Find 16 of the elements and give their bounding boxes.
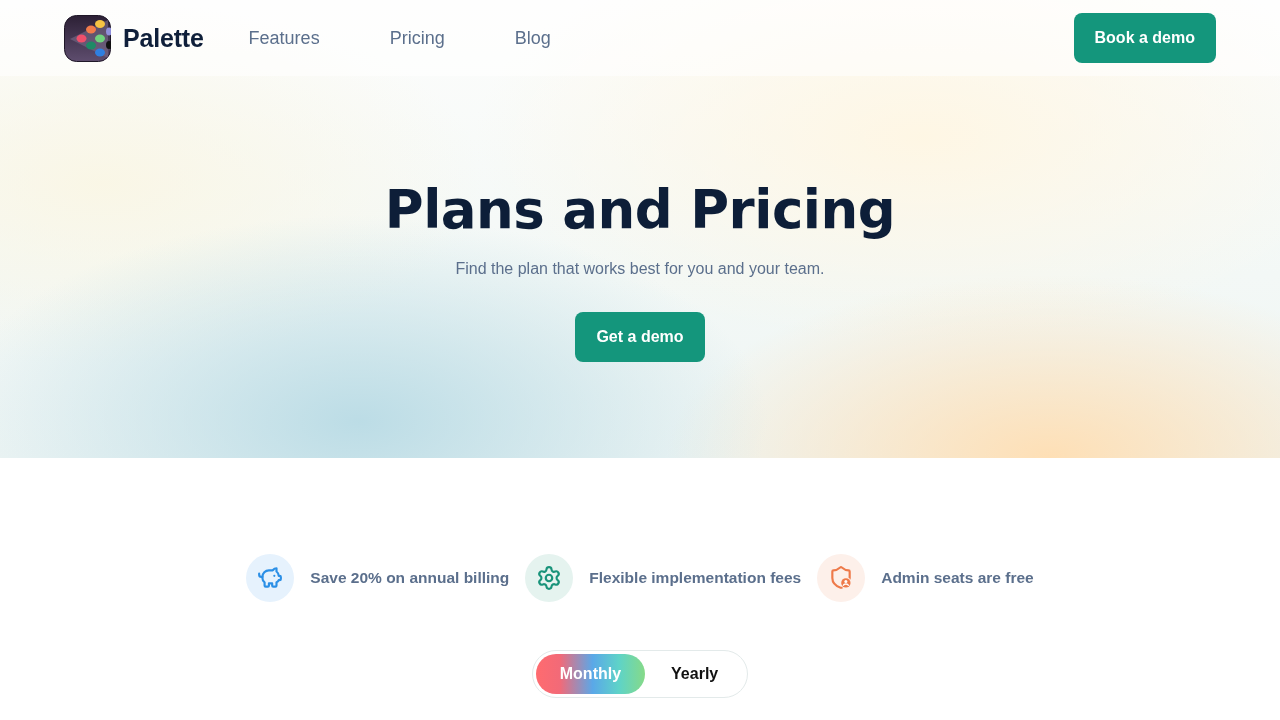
nav-link[interactable]: Features (248, 27, 320, 49)
page-subtitle: Find the plan that works best for you and your team. (455, 259, 825, 279)
book-demo-button[interactable]: Book a demo (1073, 13, 1216, 63)
brand-name: Palette (123, 23, 204, 53)
gear-icon (525, 554, 574, 602)
benefit-text: Admin seats are free (881, 569, 1034, 587)
piggy-bank-icon (246, 554, 295, 602)
benefit-text: Flexible implementation fees (589, 569, 802, 587)
get-demo-button[interactable]: Get a demo (575, 312, 705, 362)
nav-link[interactable]: Blog (514, 27, 551, 49)
nav-link[interactable]: Pricing (389, 27, 445, 49)
palette-logo-icon (64, 14, 111, 62)
shield-user-icon (817, 554, 866, 602)
benefit-text: Save 20% on annual billing (310, 569, 510, 587)
billing-option[interactable]: Yearly (645, 654, 745, 694)
page-title: Plans and Pricing (384, 180, 896, 240)
